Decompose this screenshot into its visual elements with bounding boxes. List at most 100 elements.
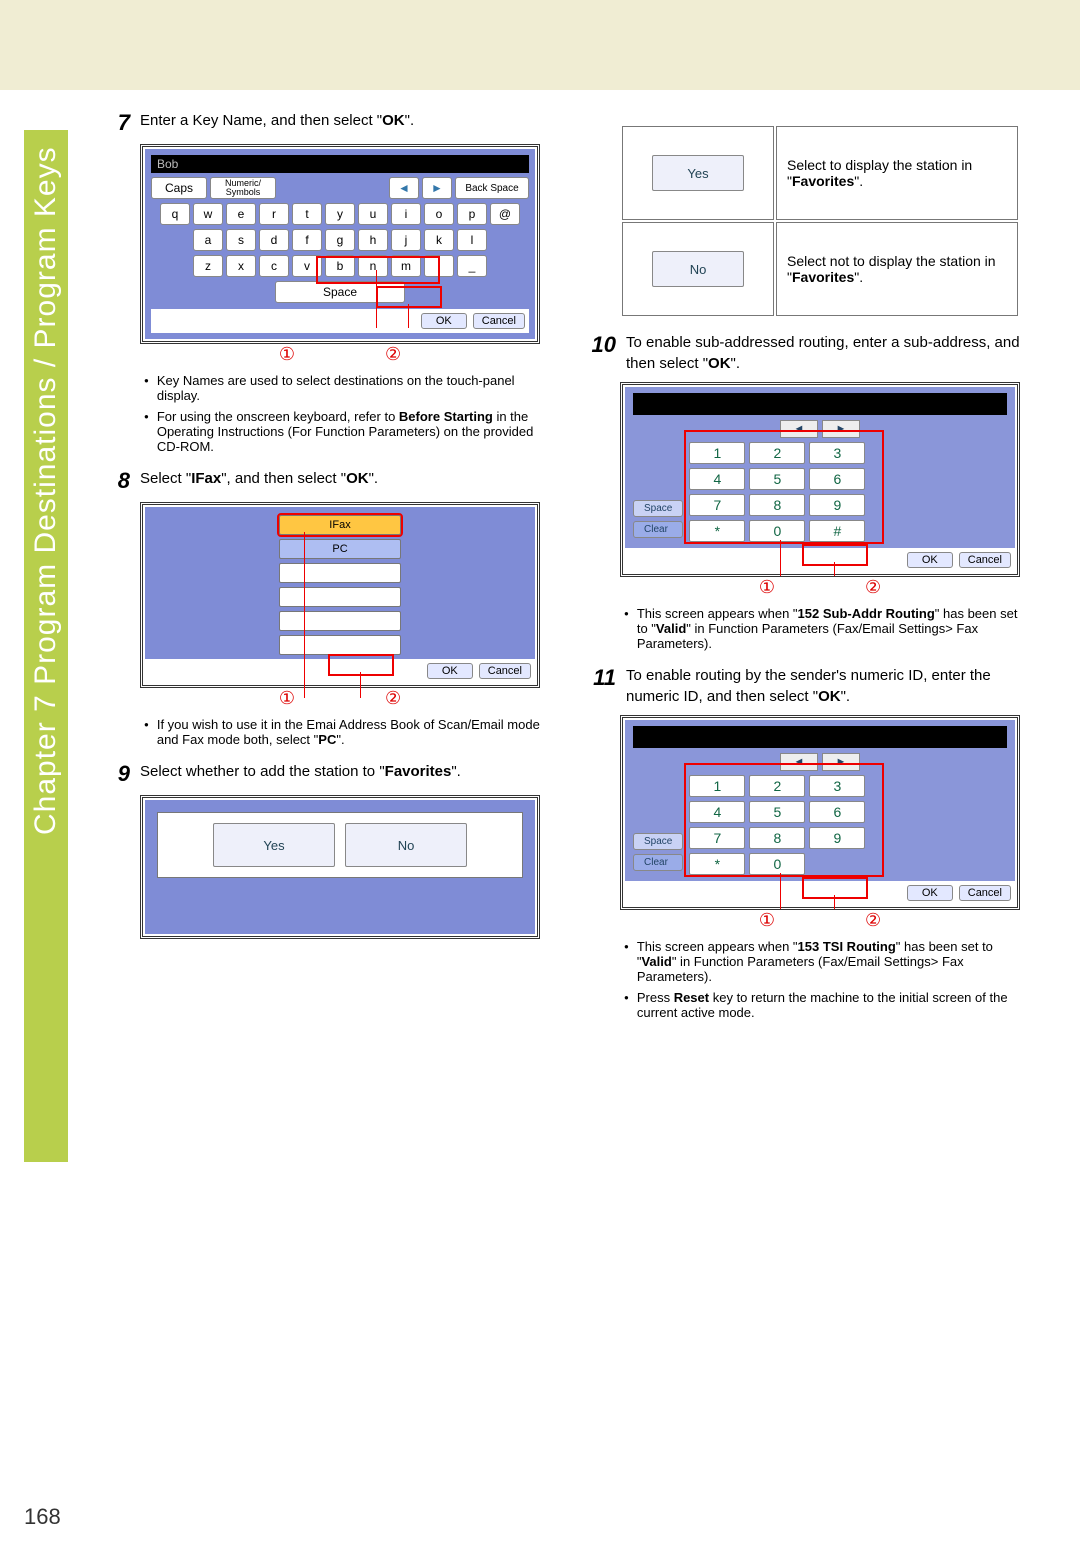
key-f[interactable]: f [292, 229, 322, 251]
numpad-key-5[interactable]: 5 [749, 801, 805, 823]
numeric-symbols-key[interactable]: Numeric/ Symbols [210, 177, 276, 199]
numpad-key-4[interactable]: 4 [689, 468, 745, 490]
step-text: ". [841, 688, 851, 705]
list-item[interactable] [279, 563, 401, 583]
key-z[interactable]: z [193, 255, 223, 277]
key-g[interactable]: g [325, 229, 355, 251]
key-o[interactable]: o [424, 203, 454, 225]
yes-button[interactable]: Yes [213, 823, 335, 867]
step-7: 7 Enter a Key Name, and then select "OK"… [100, 110, 540, 136]
cancel-button[interactable]: Cancel [479, 663, 531, 679]
key-k[interactable]: k [424, 229, 454, 251]
key-d[interactable]: d [259, 229, 289, 251]
numpad-key-9[interactable]: 9 [809, 494, 865, 516]
step-number: 9 [100, 761, 130, 787]
key-v[interactable]: v [292, 255, 322, 277]
clear-button[interactable]: Clear [633, 521, 683, 538]
pc-option[interactable]: PC [279, 539, 401, 559]
numpad-key-8[interactable]: 8 [749, 827, 805, 849]
numpad-key-0[interactable]: 0 [749, 853, 805, 875]
numpad-key-6[interactable]: 6 [809, 801, 865, 823]
key-a[interactable]: a [193, 229, 223, 251]
caps-key[interactable]: Caps [151, 177, 207, 199]
right-arrow-key[interactable]: ► [422, 177, 452, 199]
list-item[interactable] [279, 611, 401, 631]
list-item[interactable] [279, 587, 401, 607]
callouts [620, 577, 1020, 598]
list-item[interactable] [279, 635, 401, 655]
numpad-key-1[interactable]: 1 [689, 442, 745, 464]
numpad-key-*[interactable]: * [689, 853, 745, 875]
numpad-key-7[interactable]: 7 [689, 494, 745, 516]
space-button[interactable]: Space [633, 500, 683, 517]
numpad-key-8[interactable]: 8 [749, 494, 805, 516]
key-p[interactable]: p [457, 203, 487, 225]
no-button[interactable]: No [345, 823, 467, 867]
cancel-button[interactable]: Cancel [473, 313, 525, 329]
numpad-key-2[interactable]: 2 [749, 775, 805, 797]
key-n[interactable]: n [358, 255, 388, 277]
key-s[interactable]: s [226, 229, 256, 251]
numpad-key-7[interactable]: 7 [689, 827, 745, 849]
no-button[interactable]: No [652, 251, 744, 287]
key-y[interactable]: y [325, 203, 355, 225]
step-number: 7 [100, 110, 130, 136]
space-button[interactable]: Space [633, 833, 683, 850]
numpad-display [633, 393, 1007, 415]
key-x[interactable]: x [226, 255, 256, 277]
key-_[interactable]: _ [457, 255, 487, 277]
key-@[interactable]: @ [490, 203, 520, 225]
ok-button[interactable]: OK [907, 885, 953, 901]
ok-button[interactable]: OK [907, 552, 953, 568]
numpad-screenshot-11: ◄ ► Space Clear 123 456 789 *0 OK [580, 715, 1020, 910]
key-m[interactable]: m [391, 255, 421, 277]
numpad-key-3[interactable]: 3 [809, 442, 865, 464]
cancel-button[interactable]: Cancel [959, 885, 1011, 901]
favorites-description-table: Yes Select to display the station in "Fa… [620, 124, 1020, 318]
left-arrow-key[interactable]: ◄ [389, 177, 419, 199]
page-number: 168 [24, 1504, 61, 1530]
space-key[interactable]: Space [275, 281, 405, 303]
numpad-key-#[interactable]: # [809, 520, 865, 542]
clear-button[interactable]: Clear [633, 854, 683, 871]
ok-button[interactable]: OK [421, 313, 467, 329]
step-bold: OK [346, 470, 369, 487]
numpad-key-4[interactable]: 4 [689, 801, 745, 823]
numpad-key-5[interactable]: 5 [749, 468, 805, 490]
key-r[interactable]: r [259, 203, 289, 225]
key-b[interactable]: b [325, 255, 355, 277]
step-text: ", and then select " [221, 470, 346, 487]
bullet-text: Key Names are used to select destination… [157, 373, 540, 403]
right-arrow-icon[interactable]: ► [822, 420, 860, 438]
key-e[interactable]: e [226, 203, 256, 225]
key-q[interactable]: q [160, 203, 190, 225]
key-j[interactable]: j [391, 229, 421, 251]
key-u[interactable]: u [358, 203, 388, 225]
key-.[interactable]: . [424, 255, 454, 277]
right-arrow-icon[interactable]: ► [822, 753, 860, 771]
yes-button[interactable]: Yes [652, 155, 744, 191]
key-c[interactable]: c [259, 255, 289, 277]
cancel-button[interactable]: Cancel [959, 552, 1011, 568]
numpad-key-6[interactable]: 6 [809, 468, 865, 490]
numpad-key-*[interactable]: * [689, 520, 745, 542]
numpad-key-2[interactable]: 2 [749, 442, 805, 464]
key-l[interactable]: l [457, 229, 487, 251]
key-h[interactable]: h [358, 229, 388, 251]
step-bold: OK [382, 112, 405, 129]
ok-button[interactable]: OK [427, 663, 473, 679]
ifax-option[interactable]: IFax [279, 515, 401, 535]
numpad-key-9[interactable]: 9 [809, 827, 865, 849]
numpad-key-1[interactable]: 1 [689, 775, 745, 797]
step-text: ". [451, 763, 461, 780]
key-w[interactable]: w [193, 203, 223, 225]
numpad-key-0[interactable]: 0 [749, 520, 805, 542]
numpad-key-3[interactable]: 3 [809, 775, 865, 797]
key-t[interactable]: t [292, 203, 322, 225]
step-number: 10 [580, 332, 616, 374]
backspace-key[interactable]: Back Space [455, 177, 529, 199]
left-arrow-icon[interactable]: ◄ [780, 753, 818, 771]
step-bold: OK [818, 688, 841, 705]
left-arrow-icon[interactable]: ◄ [780, 420, 818, 438]
key-i[interactable]: i [391, 203, 421, 225]
